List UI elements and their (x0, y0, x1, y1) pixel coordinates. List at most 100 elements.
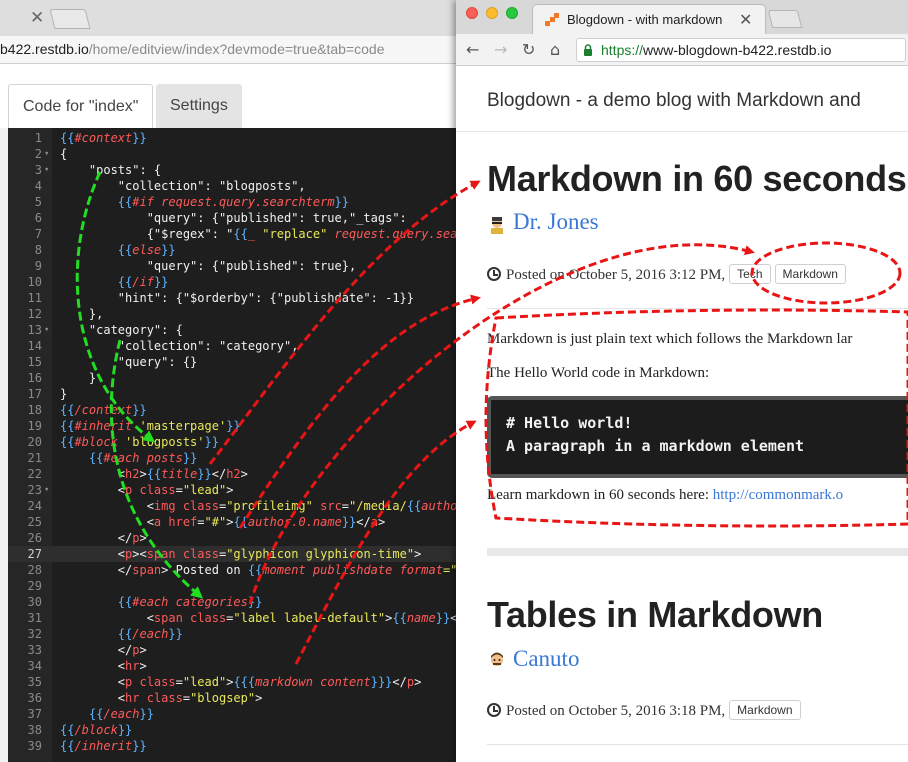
code-token: < (60, 515, 154, 529)
forward-arrow-icon[interactable]: → (494, 40, 507, 59)
editor-url[interactable]: b422.restdb.io/home/editview/index?devmo… (0, 41, 384, 57)
blog-page: Blogdown - a demo blog with Markdown and… (456, 66, 908, 762)
code-line[interactable]: 20 {{#block 'blogposts'}} (8, 434, 470, 450)
code-line[interactable]: 33 </p> (8, 642, 470, 658)
window-zoom-button[interactable] (506, 7, 518, 19)
code-token: </ (211, 467, 227, 481)
code-token: < (60, 499, 154, 513)
code-token: a (153, 515, 169, 529)
fold-arrow-icon[interactable]: ▾ (44, 322, 49, 338)
code-line[interactable]: 30 {{#each categories}} (8, 594, 470, 610)
page-url[interactable]: https://www-blogdown-b422.restdb.io (601, 42, 831, 58)
code-token: /context (74, 403, 133, 417)
code-line[interactable]: 37 {{/each}} (8, 706, 470, 722)
code-line[interactable]: 38 {{/block}} (8, 722, 470, 738)
code-token: /each (103, 707, 140, 721)
author-link[interactable]: Dr. Jones (513, 209, 599, 235)
code-text: </p> (60, 642, 147, 658)
code-line[interactable]: 10 {{/if}} (8, 274, 470, 290)
code-line[interactable]: 39 {{/inherit}} (8, 738, 470, 754)
code-line[interactable]: 24 <img class="profileimg" src="/media/{… (8, 498, 470, 514)
code-token: </ (60, 563, 133, 577)
code-line[interactable]: 2 ▾ { (8, 146, 470, 162)
code-line[interactable]: 14 "collection": "category", (8, 338, 470, 354)
code-line[interactable]: 29 (8, 578, 470, 594)
tab-code-for-index[interactable]: Code for "index" (8, 84, 154, 128)
code-line[interactable]: 13 ▾ "category": { (8, 322, 470, 338)
learn-text: Learn markdown in 60 seconds here: (487, 487, 710, 503)
code-text: {{/inherit}} (60, 738, 147, 754)
code-token: "profileimg" (226, 499, 313, 513)
home-icon[interactable]: ⌂ (550, 40, 560, 59)
fold-arrow-icon[interactable]: ▾ (44, 146, 49, 162)
code-text: {{/context}} (60, 402, 147, 418)
code-line[interactable]: 22 <h2>{{title}}</h2> (8, 466, 470, 482)
code-token: /block (74, 723, 118, 737)
code-token: {{ (60, 723, 75, 737)
clock-icon (487, 703, 501, 717)
code-line[interactable]: 32 {{/each}} (8, 626, 470, 642)
code-line[interactable]: 4 "collection": "blogposts", (8, 178, 470, 194)
code-token: p (406, 675, 415, 689)
browser-tab-blogdown[interactable]: Blogdown - with markdown ✕ (532, 4, 766, 34)
code-line[interactable]: 35 <p class="lead">{{{markdown content}}… (8, 674, 470, 690)
back-arrow-icon[interactable]: ← (466, 40, 479, 59)
code-line[interactable]: 7 {"$regex": "{{_ "replace" request.quer… (8, 226, 470, 242)
reload-icon[interactable]: ↻ (522, 40, 535, 59)
code-line[interactable]: 15 "query": {} (8, 354, 470, 370)
code-token: > (139, 643, 147, 657)
commonmark-link[interactable]: http://commonmark.o (713, 487, 843, 503)
code-line[interactable]: 17} (8, 386, 470, 402)
editor-address-bar[interactable]: b422.restdb.io/home/editview/index?devmo… (0, 36, 470, 64)
author-link[interactable]: Canuto (513, 646, 579, 672)
new-tab-button[interactable] (49, 9, 91, 29)
code-text: "posts": { (60, 162, 161, 178)
tab-settings[interactable]: Settings (156, 84, 242, 128)
code-line[interactable]: 36 <hr class="blogsep"> (8, 690, 470, 706)
fold-arrow-icon[interactable]: ▾ (44, 162, 49, 178)
window-close-button[interactable] (466, 7, 478, 19)
code-line[interactable]: 12 }, (8, 306, 470, 322)
code-line[interactable]: 8 {{else}} (8, 242, 470, 258)
code-line[interactable]: 23 ▾ <p class="lead"> (8, 482, 470, 498)
line-number: 6 (34, 211, 42, 225)
site-title[interactable]: Blogdown - a demo blog with Markdown and (487, 90, 861, 112)
code-line[interactable]: 25 <a href="#">{{author.0.name}}</a> (8, 514, 470, 530)
code-line[interactable]: 11 "hint": {"$orderby": {"publishdate": … (8, 290, 470, 306)
code-line[interactable]: 28 </span> Posted on {{moment publishdat… (8, 562, 470, 578)
window-minimize-button[interactable] (486, 7, 498, 19)
line-number: 13 (27, 323, 42, 337)
close-icon[interactable]: ✕ (739, 10, 752, 29)
close-icon[interactable]: ✕ (30, 8, 44, 28)
code-line[interactable]: 5 {{#if request.query.searchterm}} (8, 194, 470, 210)
code-line[interactable]: 21 {{#each posts}} (8, 450, 470, 466)
code-line[interactable]: 31 <span class="label label-default">{{n… (8, 610, 470, 626)
new-tab-button[interactable] (767, 10, 803, 28)
code-line[interactable]: 1 {{#context}} (8, 130, 470, 146)
fold-arrow-icon[interactable]: ▾ (44, 482, 49, 498)
code-text: {{#if request.query.searchterm}} (60, 194, 349, 210)
code-text: "query": {} (60, 354, 197, 370)
code-line[interactable]: 3 ▾ "posts": { (8, 162, 470, 178)
code-token: > (414, 675, 422, 689)
code-line[interactable]: 9 "query": {"published": true}, (8, 258, 470, 274)
address-bar[interactable]: https://www-blogdown-b422.restdb.io (576, 38, 906, 62)
line-number: 5 (34, 195, 42, 209)
code-text: {{/each}} (60, 706, 154, 722)
code-line[interactable]: 19 {{#inherit 'masterpage'}} (8, 418, 470, 434)
code-line[interactable]: 18 {{/context}} (8, 402, 470, 418)
restdb-favicon-icon (545, 13, 559, 26)
line-number: 8 (34, 243, 42, 257)
code-line[interactable]: 34 <hr> (8, 658, 470, 674)
code-token: {{ (233, 515, 248, 529)
code-editor[interactable]: 1 {{#context}} 2 ▾{3 ▾ "posts": {4 "collecti… (8, 128, 470, 762)
code-line[interactable]: 16 } (8, 370, 470, 386)
code-line[interactable]: 6 "query": {"published": true,"_tags": (8, 210, 470, 226)
code-token: {{ (247, 563, 263, 577)
code-line[interactable]: 27 <p><span class="glyphicon glyphicon-t… (8, 546, 470, 562)
code-line[interactable]: 26 </p> (8, 530, 470, 546)
